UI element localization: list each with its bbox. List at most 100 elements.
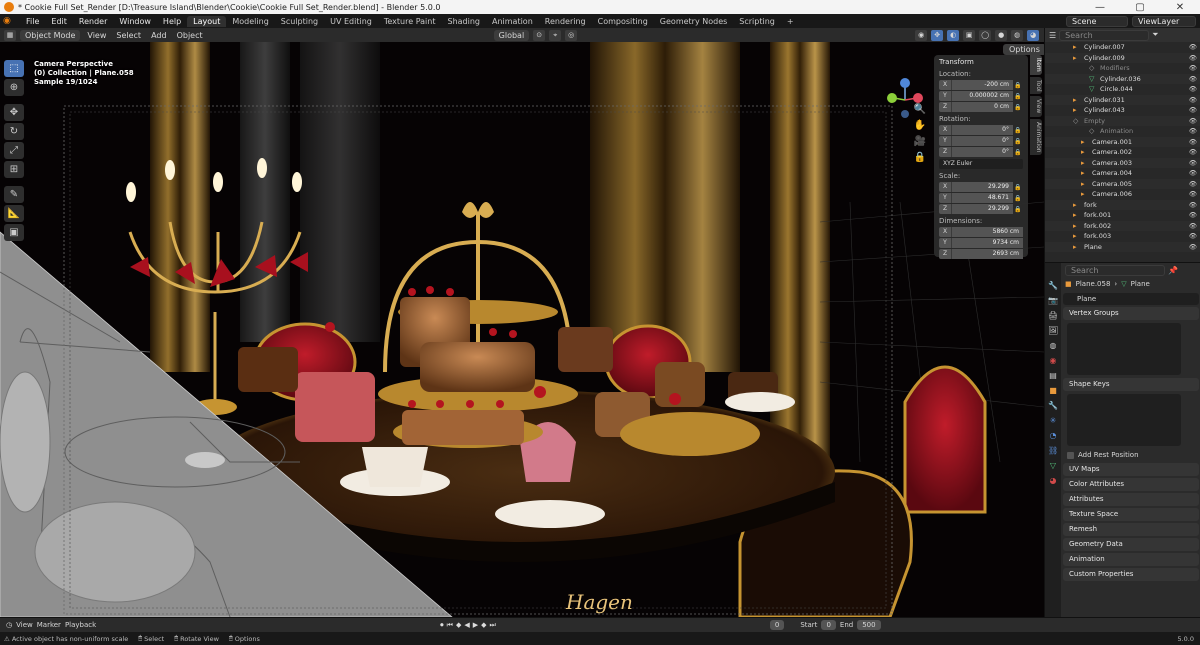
3d-viewport[interactable]: ⬚ ⊕ ✥ ↻ ⤢ ⊞ ✎ 📐 ▣ Camera Perspective (0)… [0, 42, 1044, 617]
sidebar-tab-tool[interactable]: Tool [1030, 76, 1042, 95]
object-tab-icon[interactable]: ■ [1048, 386, 1058, 396]
shape-keys-list[interactable] [1067, 394, 1181, 446]
viewport-menu-view[interactable]: View [84, 31, 109, 40]
visibility-eye-icon[interactable]: 👁 [1189, 190, 1197, 198]
menu-window[interactable]: Window [113, 17, 157, 26]
xray-icon[interactable]: ▣ [963, 29, 976, 41]
viewport-options-button[interactable]: Options [1003, 44, 1044, 55]
outliner-item[interactable]: ▸ Plane 👁 [1045, 241, 1200, 252]
animation-panel[interactable]: Animation [1063, 553, 1199, 566]
maximize-button[interactable]: ▢ [1120, 2, 1160, 13]
play-icon[interactable]: ▶ [473, 621, 478, 630]
properties-search-input[interactable]: Search [1065, 264, 1165, 276]
rotation-z-field[interactable]: Z 0° 🔒 [939, 147, 1023, 157]
scale-z-field[interactable]: Z 29.299 🔒 [939, 204, 1023, 214]
outliner-item[interactable]: ▸ fork 👁 [1045, 199, 1200, 210]
menu-file[interactable]: File [20, 17, 45, 26]
visibility-eye-icon[interactable]: 👁 [1189, 211, 1197, 219]
transform-panel-header[interactable]: Transform [939, 58, 1023, 66]
outliner-item[interactable]: ▸ Cylinder.007 👁 [1045, 42, 1200, 53]
minimize-button[interactable]: — [1080, 2, 1120, 13]
pin-icon[interactable]: 📌 [1168, 266, 1178, 275]
viewport-menu-select[interactable]: Select [113, 31, 144, 40]
visibility-eye-icon[interactable]: 👁 [1189, 43, 1197, 51]
location-z-field[interactable]: Z0 cm 🔒 [939, 102, 1023, 112]
outliner-item[interactable]: ▸ Camera.005 👁 [1045, 178, 1200, 189]
outliner-item[interactable]: ▸ fork.002 👁 [1045, 220, 1200, 231]
outliner-item[interactable]: ▽ Cylinder.036 👁 [1045, 73, 1200, 84]
outliner-editor-icon[interactable]: ☰ [1049, 31, 1056, 40]
outliner-item[interactable]: ◇ Empty 👁 [1045, 115, 1200, 126]
color-attributes-panel[interactable]: Color Attributes [1063, 478, 1199, 491]
material-tab-icon[interactable]: ◕ [1048, 476, 1058, 486]
visibility-eye-icon[interactable]: 👁 [1189, 64, 1197, 72]
prev-keyframe-icon[interactable]: ◆ [456, 621, 461, 630]
object-mode-dropdown[interactable]: Object Mode [20, 29, 81, 41]
outliner-item[interactable]: ▸ Camera.003 👁 [1045, 157, 1200, 168]
custom-properties-panel[interactable]: Custom Properties [1063, 568, 1199, 581]
transform-orientation-dropdown[interactable]: Global [493, 29, 530, 41]
workspace-tab-layout[interactable]: Layout [187, 15, 227, 27]
dimensions-x-field[interactable]: X 5860 cm [939, 227, 1023, 237]
outliner-item[interactable]: ▽ Circle.044 👁 [1045, 84, 1200, 95]
workspace-tab-sculpting[interactable]: Sculpting [275, 16, 324, 27]
editor-type-icon[interactable]: ▦ [4, 29, 16, 41]
viewport-menu-object[interactable]: Object [174, 31, 206, 40]
visibility-eye-icon[interactable]: 👁 [1189, 75, 1197, 83]
lock-icon[interactable]: 🔒 [1013, 184, 1023, 191]
timeline-editor-icon[interactable]: ◷ [6, 621, 12, 629]
collection-tab-icon[interactable]: ▤ [1048, 371, 1058, 381]
outliner-item[interactable]: ▸ Camera.001 👁 [1045, 136, 1200, 147]
workspace-tab-modeling[interactable]: Modeling [226, 16, 274, 27]
timeline-menu-view[interactable]: View [16, 621, 33, 629]
visibility-eye-icon[interactable]: 👁 [1189, 106, 1197, 114]
scale-x-field[interactable]: X 29.299 🔒 [939, 182, 1023, 192]
lock-icon[interactable]: 🔒 [1013, 195, 1023, 202]
geometry-data-panel[interactable]: Geometry Data [1063, 538, 1199, 551]
texture-space-panel[interactable]: Texture Space [1063, 508, 1199, 521]
outliner-search-input[interactable]: Search [1059, 29, 1150, 41]
camera-view-icon[interactable]: 🎥 [912, 136, 928, 150]
location-y-field[interactable]: Y 0.000002 cm 🔒 [939, 91, 1023, 101]
vertex-groups-panel[interactable]: Vertex Groups [1063, 307, 1199, 320]
cursor-icon[interactable]: ⊕ [4, 79, 24, 96]
measure-icon[interactable]: 📐 [4, 205, 24, 222]
location-x-field[interactable]: X -200 cm 🔒 [939, 80, 1023, 90]
mesh-data-name-field[interactable]: Plane [1063, 293, 1199, 305]
transform-icon[interactable]: ⊞ [4, 161, 24, 178]
overlay-toggle-icon[interactable]: ◐ [947, 29, 960, 41]
render-tab-icon[interactable]: 📷 [1048, 296, 1058, 306]
menu-render[interactable]: Render [73, 17, 113, 26]
sidebar-tab-item[interactable]: Item [1030, 55, 1042, 75]
close-button[interactable]: ✕ [1160, 2, 1200, 13]
gizmo-toggle-icon[interactable]: ✥ [931, 29, 944, 41]
visibility-eye-icon[interactable]: 👁 [1189, 148, 1197, 156]
jump-start-icon[interactable]: ⏮ [447, 621, 453, 630]
jump-end-icon[interactable]: ⏭ [490, 621, 496, 630]
timeline-menu-marker[interactable]: Marker [37, 621, 61, 629]
shading-rendered-icon[interactable]: ◕ [1027, 29, 1040, 41]
proportional-edit-icon[interactable]: ◎ [565, 29, 578, 41]
workspace-tab-texture-paint[interactable]: Texture Paint [378, 16, 442, 27]
visibility-eye-icon[interactable]: 👁 [1189, 127, 1197, 135]
filter-icon[interactable]: ⏷ [1152, 30, 1158, 40]
physics-tab-icon[interactable]: ◔ [1048, 431, 1058, 441]
select-box-icon[interactable]: ⬚ [4, 60, 24, 77]
sidebar-tab-view[interactable]: View [1030, 96, 1042, 117]
lock-icon[interactable]: 🔒 [1013, 104, 1023, 111]
remesh-panel[interactable]: Remesh [1063, 523, 1199, 536]
play-reverse-icon[interactable]: ◀ [464, 621, 469, 630]
add-rest-position-checkbox[interactable]: Add Rest Position [1063, 449, 1199, 461]
visibility-eye-icon[interactable]: 👁 [1189, 85, 1197, 93]
scene-selector[interactable]: Scene [1066, 15, 1128, 27]
current-frame-field[interactable]: 0 [769, 620, 785, 630]
checkbox-icon[interactable] [1067, 451, 1074, 459]
vertex-groups-list[interactable] [1067, 323, 1181, 375]
lock-camera-icon[interactable]: 🔒 [912, 152, 928, 166]
shading-solid-icon[interactable]: ● [995, 29, 1008, 41]
move-icon[interactable]: ✥ [4, 104, 24, 121]
workspace-tab-scripting[interactable]: Scripting [733, 16, 781, 27]
rotate-icon[interactable]: ↻ [4, 123, 24, 140]
scale-icon[interactable]: ⤢ [4, 142, 24, 159]
navigation-gizmo[interactable] [880, 70, 930, 200]
